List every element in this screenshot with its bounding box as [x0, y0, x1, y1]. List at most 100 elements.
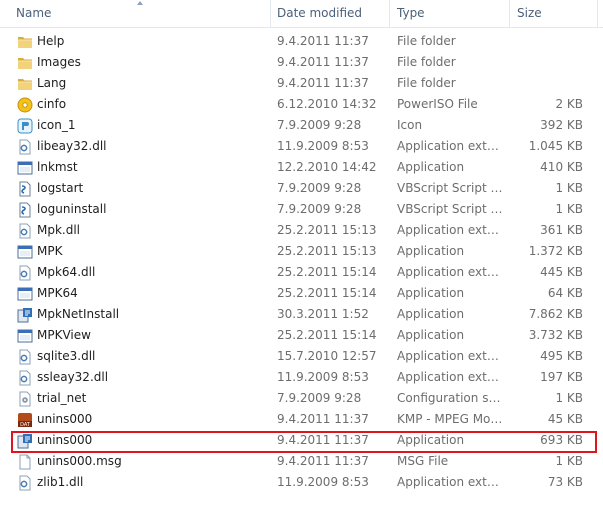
file-row[interactable]: cinfo 6.12.2010 14:32 PowerISO File 2 KB [0, 94, 603, 115]
file-type: Application extens... [397, 265, 505, 279]
file-type: Application [397, 286, 465, 300]
file-name: Images [37, 55, 81, 69]
file-name: MpkNetInstall [37, 307, 120, 321]
file-size: 1 KB [555, 454, 583, 468]
file-size: 410 KB [540, 160, 583, 174]
file-row[interactable]: MPK 25.2.2011 15:13 Application 1.372 KB [0, 241, 603, 262]
file-date-modified: 12.2.2010 14:42 [277, 160, 377, 174]
file-type: PowerISO File [397, 97, 478, 111]
application-icon [17, 160, 33, 176]
file-row[interactable]: sqlite3.dll 15.7.2010 12:57 Application ex… [0, 346, 603, 367]
file-name: icon_1 [37, 118, 76, 132]
column-header-type[interactable]: Type [397, 0, 425, 27]
file-date-modified: 25.2.2011 15:14 [277, 265, 377, 279]
file-size: 1 KB [555, 202, 583, 216]
file-name: Mpk64.dll [37, 265, 96, 279]
column-divider[interactable] [509, 0, 510, 27]
file-name: libeay32.dll [37, 139, 107, 153]
file-date-modified: 25.2.2011 15:14 [277, 328, 377, 342]
config-file-icon [17, 391, 33, 407]
file-type: Application extens... [397, 370, 505, 384]
file-date-modified: 9.4.2011 11:37 [277, 433, 369, 447]
file-type: VBScript Script File [397, 181, 505, 195]
file-type: Application [397, 328, 465, 342]
file-size: 495 KB [540, 349, 583, 363]
file-size: 1.045 KB [528, 139, 583, 153]
file-row[interactable]: MPKView 25.2.2011 15:14 Application 3.732 K… [0, 325, 603, 346]
file-size: 1 KB [555, 181, 583, 195]
file-name: Help [37, 34, 65, 48]
file-row[interactable]: Lang 9.4.2011 11:37 File folder [0, 73, 603, 94]
vbscript-icon [17, 202, 33, 218]
column-divider[interactable] [597, 0, 598, 27]
kmp-dat-icon: DAT [17, 412, 33, 428]
file-size: 1 KB [555, 391, 583, 405]
file-name: cinfo [37, 97, 67, 111]
file-type: Application [397, 433, 465, 447]
vbscript-icon [17, 181, 33, 197]
file-row[interactable]: unins000 9.4.2011 11:37 Application 693 KB [0, 430, 603, 451]
file-row[interactable]: lnkmst 12.2.2010 14:42 Application 410 KB [0, 157, 603, 178]
file-row[interactable]: icon_1 7.9.2009 9:28 Icon 392 KB [0, 115, 603, 136]
file-name: sqlite3.dll [37, 349, 96, 363]
folder-icon [17, 76, 33, 92]
file-size: 73 KB [547, 475, 583, 489]
column-divider[interactable] [270, 0, 271, 27]
file-name: MPK64 [37, 286, 78, 300]
column-header-name[interactable]: Name [16, 0, 51, 27]
dll-icon [17, 139, 33, 155]
file-row[interactable]: Mpk.dll 25.2.2011 15:13 Application extens… [0, 220, 603, 241]
file-date-modified: 30.3.2011 1:52 [277, 307, 369, 321]
file-date-modified: 9.4.2011 11:37 [277, 55, 369, 69]
file-row[interactable]: MPK64 25.2.2011 15:14 Application 64 KB [0, 283, 603, 304]
file-type: Application extens... [397, 139, 505, 153]
file-date-modified: 25.2.2011 15:13 [277, 223, 377, 237]
file-date-modified: 7.9.2009 9:28 [277, 391, 362, 405]
file-size: 7.862 KB [528, 307, 583, 321]
file-type: File folder [397, 55, 456, 69]
icon-file-icon [17, 118, 33, 134]
file-size: 392 KB [540, 118, 583, 132]
file-row[interactable]: DAT unins000 9.4.2011 11:37 KMP - MPEG Mov.… [0, 409, 603, 430]
file-type: Configuration sett... [397, 391, 505, 405]
file-size: 445 KB [540, 265, 583, 279]
column-header-bar: Name Date modified Type Size [0, 0, 603, 28]
file-row[interactable]: MpkNetInstall 30.3.2011 1:52 Application 7.… [0, 304, 603, 325]
file-row[interactable]: trial_net 7.9.2009 9:28 Configuration sett… [0, 388, 603, 409]
file-row[interactable]: Help 9.4.2011 11:37 File folder [0, 31, 603, 52]
file-row[interactable]: libeay32.dll 11.9.2009 8:53 Application ex… [0, 136, 603, 157]
blank-file-icon [17, 454, 33, 470]
file-date-modified: 7.9.2009 9:28 [277, 181, 362, 195]
file-type: File folder [397, 76, 456, 90]
column-header-date-modified[interactable]: Date modified [277, 0, 362, 27]
file-size: 64 KB [547, 286, 583, 300]
dll-icon [17, 370, 33, 386]
file-date-modified: 11.9.2009 8:53 [277, 370, 369, 384]
file-type: File folder [397, 34, 456, 48]
file-type: Application [397, 307, 465, 321]
file-size: 3.732 KB [528, 328, 583, 342]
column-header-size[interactable]: Size [517, 0, 542, 27]
file-name: trial_net [37, 391, 87, 405]
file-row[interactable]: Images 9.4.2011 11:37 File folder [0, 52, 603, 73]
file-row[interactable]: Mpk64.dll 25.2.2011 15:14 Application exte… [0, 262, 603, 283]
file-row[interactable]: loguninstall 7.9.2009 9:28 VBScript Script… [0, 199, 603, 220]
file-row[interactable]: ssleay32.dll 11.9.2009 8:53 Application ex… [0, 367, 603, 388]
file-row[interactable]: zlib1.dll 11.9.2009 8:53 Application exten… [0, 472, 603, 493]
file-date-modified: 9.4.2011 11:37 [277, 76, 369, 90]
file-name: loguninstall [37, 202, 107, 216]
application-icon [17, 286, 33, 302]
file-row[interactable]: logstart 7.9.2009 9:28 VBScript Script Fil… [0, 178, 603, 199]
file-name: unins000 [37, 412, 93, 426]
file-date-modified: 11.9.2009 8:53 [277, 139, 369, 153]
file-type: Icon [397, 118, 423, 132]
file-name: zlib1.dll [37, 475, 84, 489]
column-divider[interactable] [389, 0, 390, 27]
file-type: Application [397, 160, 465, 174]
file-name: Mpk.dll [37, 223, 81, 237]
file-date-modified: 7.9.2009 9:28 [277, 202, 362, 216]
file-name: logstart [37, 181, 84, 195]
file-row[interactable]: unins000.msg 9.4.2011 11:37 MSG File 1 KB [0, 451, 603, 472]
file-date-modified: 25.2.2011 15:14 [277, 286, 377, 300]
file-date-modified: 7.9.2009 9:28 [277, 118, 362, 132]
